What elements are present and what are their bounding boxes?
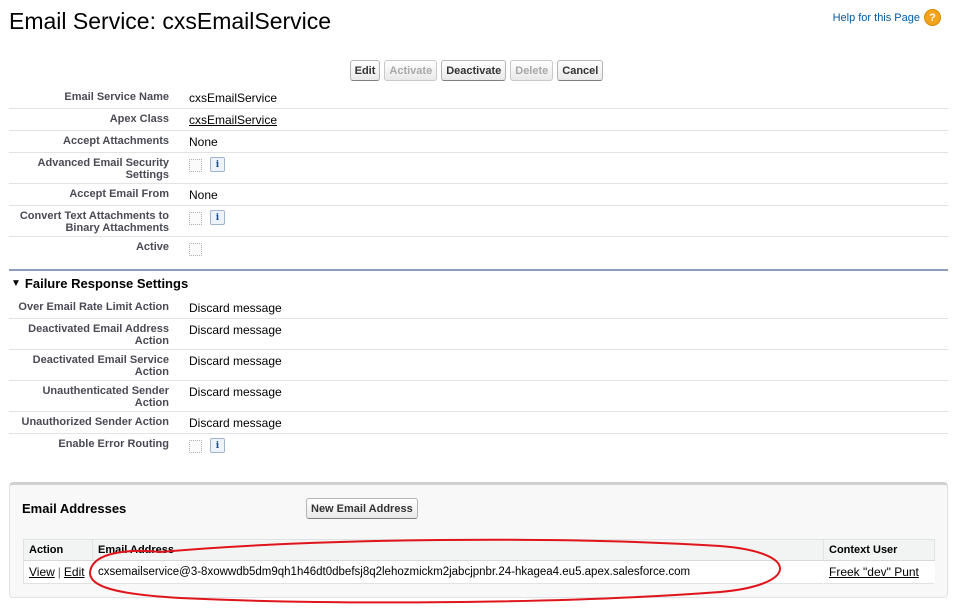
- advanced-security-checkbox: [189, 159, 202, 172]
- related-list-title: Email Addresses: [22, 501, 127, 516]
- info-icon[interactable]: i: [210, 210, 225, 225]
- email-address-cell: cxsemailservice@3-8xowwdb5dm9qh1h46dt0db…: [92, 560, 824, 584]
- help-link[interactable]: Help for this Page: [833, 12, 920, 24]
- field-label: Unauthorized Sender Action: [21, 416, 170, 428]
- field-label: Email Service Name: [64, 91, 169, 103]
- detail-row: Deactivated Email Address Action Discard…: [9, 319, 948, 350]
- field-value: [179, 237, 948, 263]
- new-email-address-button[interactable]: New Email Address: [306, 498, 418, 519]
- view-link[interactable]: View: [29, 565, 55, 579]
- edit-link[interactable]: Edit: [64, 565, 85, 579]
- context-user-link[interactable]: Freek "dev" Punt: [829, 565, 919, 579]
- deactivate-button[interactable]: Deactivate: [441, 60, 507, 81]
- field-value: None: [179, 184, 948, 205]
- field-label: Apex Class: [109, 113, 169, 125]
- field-value: i: [179, 206, 948, 236]
- cancel-button[interactable]: Cancel: [557, 60, 604, 81]
- edit-button[interactable]: Edit: [349, 60, 381, 81]
- field-value: Discard message: [189, 301, 282, 315]
- detail-row: Deactivated Email Service Action Discard…: [9, 350, 948, 381]
- detail-toolbar: Edit Activate Deactivate Delete Cancel: [0, 60, 953, 81]
- field-value: Discard message: [189, 385, 282, 399]
- table-header-row: Action Email Address Context User: [23, 539, 935, 561]
- field-value: cxsEmailService: [179, 109, 948, 130]
- delete-button[interactable]: Delete: [510, 60, 554, 81]
- action-separator: |: [57, 565, 61, 579]
- detail-section: Email Service Name cxsEmailService Apex …: [9, 87, 948, 263]
- activate-button[interactable]: Activate: [384, 60, 438, 81]
- field-label: Enable Error Routing: [58, 438, 169, 450]
- field-value: Discard message: [189, 416, 282, 430]
- detail-row: Enable Error Routing i: [9, 434, 948, 456]
- detail-row: Apex Class cxsEmailService: [9, 109, 948, 131]
- help-question-icon[interactable]: ?: [924, 9, 941, 26]
- page-title: Email Service: cxsEmailService: [9, 8, 332, 34]
- column-header-email-address[interactable]: Email Address: [92, 539, 824, 561]
- detail-row: Accept Email From None: [9, 184, 948, 206]
- field-value: Discard message: [189, 323, 282, 337]
- detail-row: Convert Text Attachments to Binary Attac…: [9, 206, 948, 237]
- detail-row: Unauthorized Sender Action Discard messa…: [9, 412, 948, 434]
- info-icon[interactable]: i: [210, 438, 225, 453]
- context-user-cell: Freek "dev" Punt: [823, 560, 935, 584]
- field-label: Advanced Email Security Settings: [37, 157, 169, 181]
- field-value: i: [179, 153, 948, 183]
- field-label: Unauthenticated Sender Action: [42, 385, 169, 409]
- error-routing-checkbox: [189, 440, 202, 453]
- failure-section: Over Email Rate Limit Action Discard mes…: [9, 297, 948, 456]
- action-cell: View | Edit: [23, 560, 93, 584]
- collapse-triangle-icon[interactable]: ▼: [11, 278, 21, 289]
- apex-class-link[interactable]: cxsEmailService: [189, 113, 277, 127]
- field-value: None: [179, 131, 948, 152]
- field-value: Discard message: [189, 354, 282, 368]
- field-label: Accept Email From: [69, 188, 169, 200]
- email-addresses-related-list: Email Addresses New Email Address Action…: [9, 482, 948, 598]
- detail-row: Advanced Email Security Settings i: [9, 153, 948, 184]
- field-label: Active: [135, 241, 169, 253]
- field-value: i: [179, 434, 948, 456]
- field-label: Deactivated Email Address Action: [28, 323, 169, 347]
- section-title: Failure Response Settings: [24, 276, 189, 291]
- field-label: Convert Text Attachments to Binary Attac…: [19, 210, 169, 234]
- detail-row: Over Email Rate Limit Action Discard mes…: [9, 297, 948, 319]
- field-label: Accept Attachments: [63, 135, 169, 147]
- detail-row: Active: [9, 237, 948, 263]
- column-header-action[interactable]: Action: [23, 539, 93, 561]
- help-area: Help for this Page ?: [833, 9, 941, 26]
- detail-row: Unauthenticated Sender Action Discard me…: [9, 381, 948, 412]
- failure-section-header[interactable]: ▼ Failure Response Settings: [9, 269, 948, 291]
- active-checkbox: [189, 243, 202, 256]
- detail-row: Accept Attachments None: [9, 131, 948, 153]
- accept-attachments-value: None: [189, 135, 218, 149]
- email-addresses-table: Action Email Address Context User View | E…: [23, 539, 935, 584]
- table-row: View | Edit cxsemailservice@3-8xowwdb5dm9q…: [23, 560, 935, 584]
- field-value: cxsEmailService: [179, 87, 948, 108]
- convert-text-checkbox: [189, 212, 202, 225]
- detail-row: Email Service Name cxsEmailService: [9, 87, 948, 109]
- accept-email-from-value: None: [189, 188, 218, 202]
- email-service-name-value: cxsEmailService: [189, 91, 278, 105]
- field-label: Over Email Rate Limit Action: [18, 301, 169, 313]
- column-header-context-user[interactable]: Context User: [823, 539, 935, 561]
- field-label: Deactivated Email Service Action: [32, 354, 169, 378]
- info-icon[interactable]: i: [210, 157, 225, 172]
